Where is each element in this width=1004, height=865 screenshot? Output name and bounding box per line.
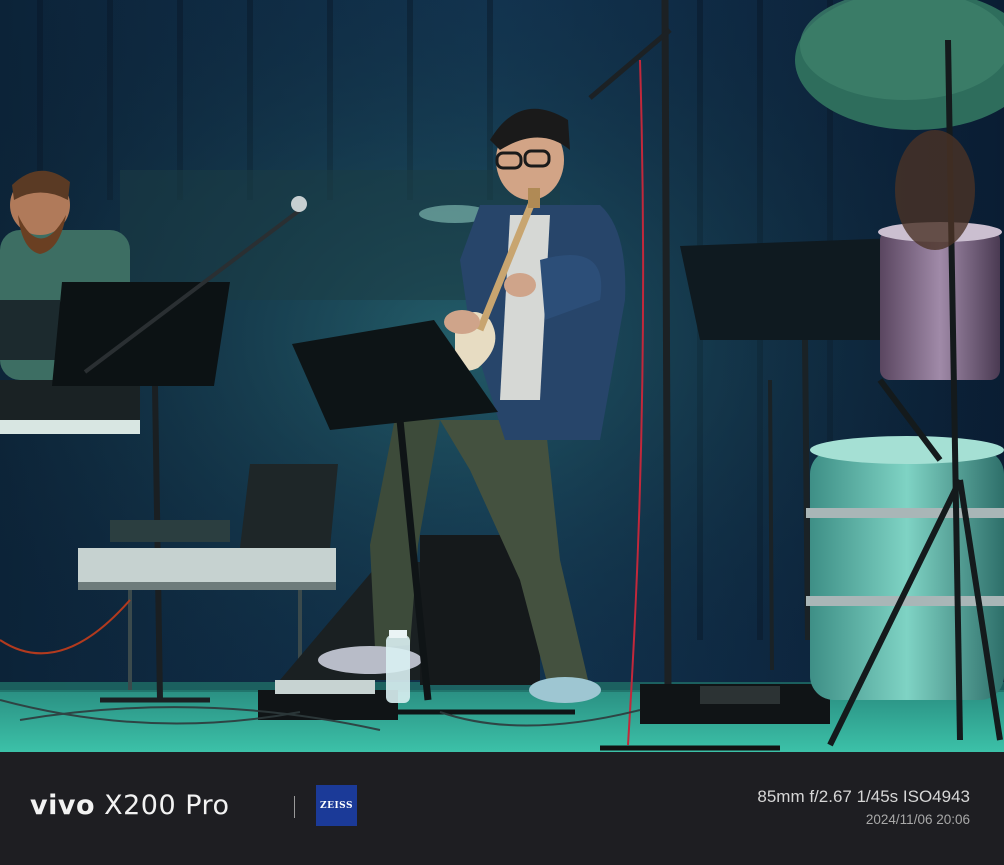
device-model: X200 Pro	[104, 790, 230, 821]
brand-prefix: vivo	[30, 790, 96, 821]
stage-scene	[0, 0, 1004, 752]
zeiss-logo-text: ZEISS	[320, 800, 353, 811]
watermark-divider	[294, 796, 295, 818]
concert-photo	[0, 0, 1004, 752]
zeiss-logo: ZEISS	[316, 785, 357, 826]
device-brand-label: vivo X200 Pro	[30, 790, 230, 821]
capture-datetime: 2024/11/06 20:06	[865, 812, 970, 827]
camera-watermark-bar: vivo X200 Pro ZEISS 85mm f/2.67 1/45s IS…	[0, 752, 1004, 865]
exif-settings: 85mm f/2.67 1/45s ISO4943	[757, 787, 970, 806]
